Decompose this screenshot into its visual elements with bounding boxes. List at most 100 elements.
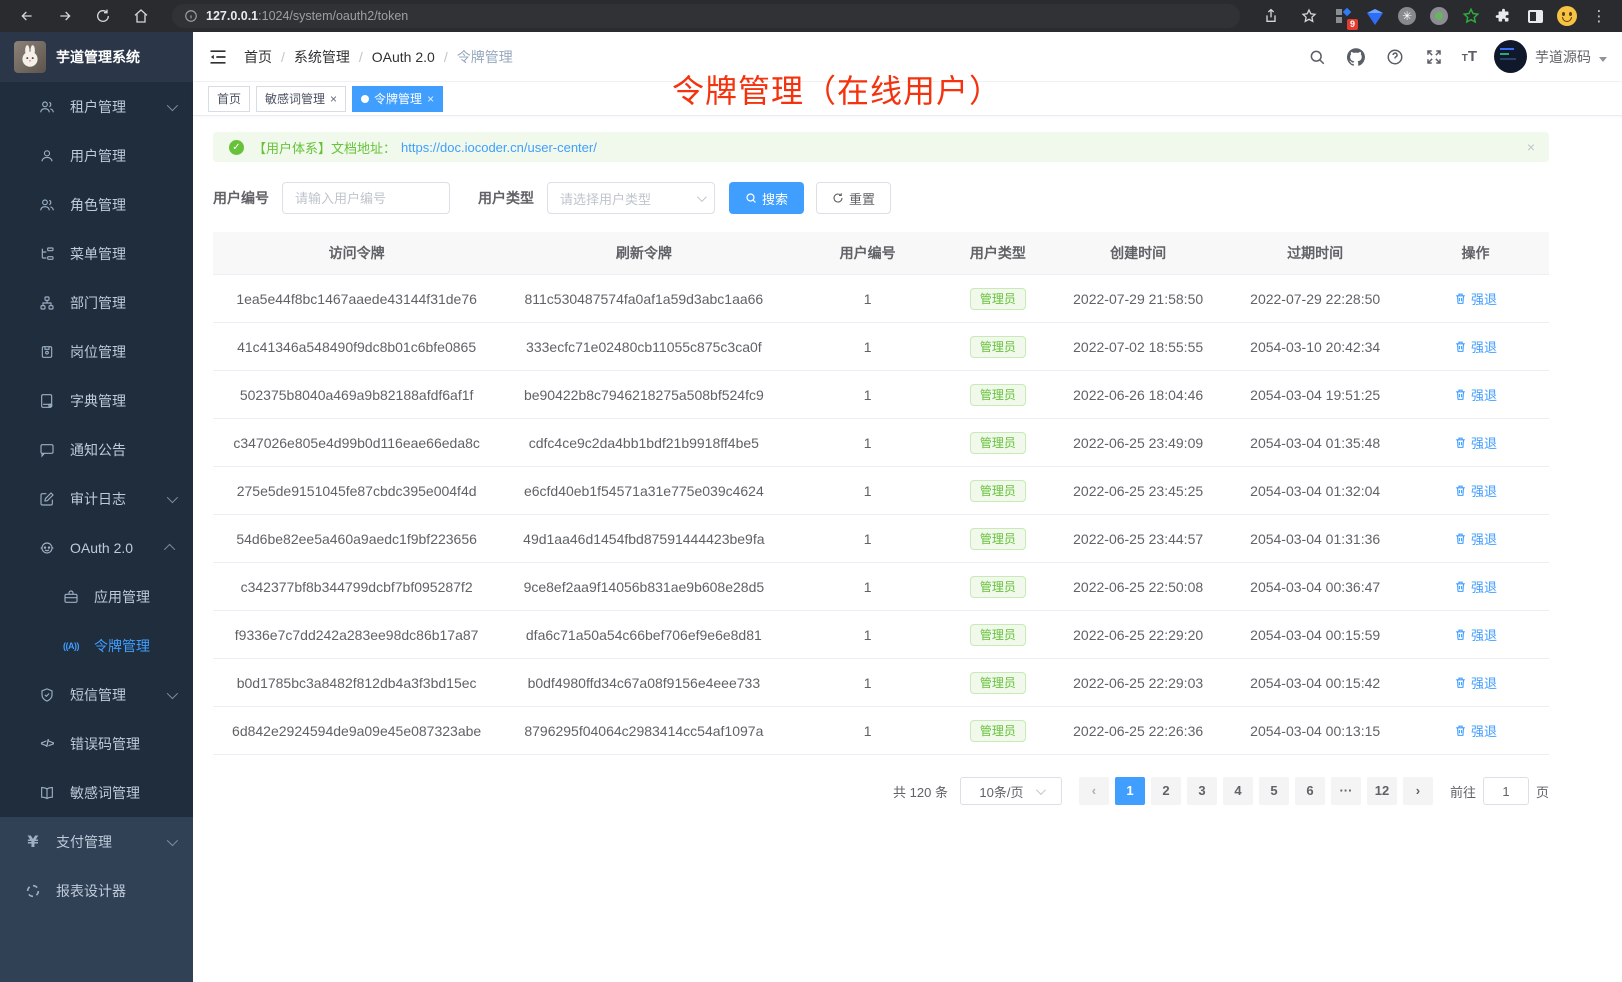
page-size-select[interactable]: 10条/页 [960, 777, 1062, 805]
goto-page-input[interactable] [1483, 777, 1529, 805]
browser-home-icon[interactable] [126, 4, 156, 28]
browser-forward-icon[interactable] [50, 4, 80, 28]
page-button-4[interactable]: 4 [1223, 777, 1253, 805]
user-type-badge: 管理员 [970, 720, 1026, 742]
alert-close-icon[interactable]: × [1527, 140, 1535, 154]
breadcrumb-system[interactable]: 系统管理 [294, 47, 350, 67]
force-logout-button[interactable]: 强退 [1454, 433, 1497, 452]
refresh-token-cell: dfa6c71a50a54c66bef706ef9e6e8d81 [500, 611, 787, 659]
user-type-badge: 管理员 [970, 480, 1026, 502]
sidebar-fold-icon[interactable] [208, 47, 228, 67]
page-button-12[interactable]: 12 [1367, 777, 1397, 805]
browser-menu-icon[interactable]: ⋮ [1588, 5, 1610, 27]
user-type-cell: 管理员 [948, 419, 1048, 467]
prev-page-button[interactable]: ‹ [1079, 777, 1109, 805]
force-logout-label: 强退 [1471, 481, 1497, 500]
profile-emoji-icon[interactable] [1556, 5, 1578, 27]
sidebar: 芋道管理系统 租户管理 用户管理 角色管理 [0, 32, 193, 982]
breadcrumb-separator: / [359, 49, 363, 65]
page-button-6[interactable]: 6 [1295, 777, 1325, 805]
sidebar-item-oauth-token[interactable]: ((A)) 令牌管理 [0, 621, 193, 670]
extension-squares-icon[interactable]: 9 [1332, 5, 1354, 27]
force-logout-button[interactable]: 强退 [1454, 529, 1497, 548]
page-button-3[interactable]: 3 [1187, 777, 1217, 805]
next-page-button[interactable]: › [1403, 777, 1433, 805]
breadcrumb-home[interactable]: 首页 [244, 47, 272, 67]
force-logout-button[interactable]: 强退 [1454, 481, 1497, 500]
page-ellipsis-button[interactable]: ··· [1331, 777, 1361, 805]
tab-sensitive-word[interactable]: 敏感词管理 × [256, 86, 346, 112]
sidebar-item-post[interactable]: 岗位管理 [0, 327, 193, 376]
user-type-cell: 管理员 [948, 659, 1048, 707]
sidebar-item-oauth[interactable]: OAuth 2.0 [0, 523, 193, 572]
goto-suffix: 页 [1536, 782, 1549, 801]
extension-knot-icon[interactable]: ✳ [1396, 5, 1418, 27]
page-button-2[interactable]: 2 [1151, 777, 1181, 805]
help-icon[interactable] [1384, 46, 1406, 68]
audit-log-icon [38, 490, 56, 508]
sidebar-item-sms[interactable]: 短信管理 [0, 670, 193, 719]
extension-star-icon[interactable] [1460, 5, 1482, 27]
force-logout-button[interactable]: 强退 [1454, 673, 1497, 692]
extensions-puzzle-icon[interactable] [1492, 5, 1514, 27]
user-type-select[interactable]: 请选择用户类型 [547, 182, 715, 214]
chevron-down-icon [1035, 785, 1045, 795]
extension-record-icon[interactable] [1428, 5, 1450, 27]
create-time-cell: 2022-06-25 22:29:03 [1048, 659, 1228, 707]
side-panel-icon[interactable] [1524, 5, 1546, 27]
force-logout-button[interactable]: 强退 [1454, 337, 1497, 356]
force-logout-button[interactable]: 强退 [1454, 625, 1497, 644]
fullscreen-icon[interactable] [1423, 46, 1445, 68]
sidebar-item-dict[interactable]: 字典管理 [0, 376, 193, 425]
sidebar-item-audit-log[interactable]: 审计日志 [0, 474, 193, 523]
tab-token[interactable]: 令牌管理 × [352, 86, 443, 112]
font-size-icon[interactable]: TT [1462, 48, 1477, 65]
github-icon[interactable] [1345, 46, 1367, 68]
reset-button[interactable]: 重置 [816, 182, 891, 214]
force-logout-button[interactable]: 强退 [1454, 577, 1497, 596]
browser-back-icon[interactable] [12, 4, 42, 28]
force-logout-button[interactable]: 强退 [1454, 721, 1497, 740]
chevron-down-icon [167, 491, 178, 502]
breadcrumb: 首页 / 系统管理 / OAuth 2.0 / 令牌管理 [244, 47, 513, 67]
close-icon[interactable]: × [427, 93, 434, 105]
sidebar-item-error-code[interactable]: </> 错误码管理 [0, 719, 193, 768]
access-token-cell: 54d6be82ee5a460a9aedc1f9bf223656 [213, 515, 500, 563]
search-icon[interactable] [1306, 46, 1328, 68]
site-info-icon[interactable] [184, 9, 198, 23]
sidebar-item-menu[interactable]: 菜单管理 [0, 229, 193, 278]
sidebar-item-user[interactable]: 用户管理 [0, 131, 193, 180]
doc-link[interactable]: https://doc.iocoder.cn/user-center/ [401, 140, 597, 155]
user-menu[interactable]: 芋道源码 [1494, 40, 1607, 73]
col-access-token: 访问令牌 [213, 232, 500, 275]
tab-home[interactable]: 首页 [208, 86, 250, 112]
extension-gem-icon[interactable] [1364, 5, 1386, 27]
refresh-token-cell: 811c530487574fa0af1a59d3abc1aa66 [500, 275, 787, 323]
sidebar-item-pay[interactable]: ¥ 支付管理 [0, 817, 193, 866]
create-time-cell: 2022-06-25 22:29:20 [1048, 611, 1228, 659]
close-icon[interactable]: × [330, 93, 337, 105]
bookmark-star-icon[interactable] [1294, 4, 1324, 28]
sidebar-item-sensitive-word[interactable]: 敏感词管理 [0, 768, 193, 817]
breadcrumb-oauth[interactable]: OAuth 2.0 [372, 49, 435, 65]
expire-time-cell: 2054-03-04 00:15:42 [1228, 659, 1402, 707]
action-cell: 强退 [1402, 515, 1549, 563]
user-icon [38, 147, 56, 165]
page-button-5[interactable]: 5 [1259, 777, 1289, 805]
force-logout-button[interactable]: 强退 [1454, 385, 1497, 404]
page-button-1[interactable]: 1 [1115, 777, 1145, 805]
search-button[interactable]: 搜索 [729, 182, 804, 214]
sidebar-item-dept[interactable]: 部门管理 [0, 278, 193, 327]
browser-reload-icon[interactable] [88, 4, 118, 28]
force-logout-button[interactable]: 强退 [1454, 289, 1497, 308]
sidebar-item-tenant[interactable]: 租户管理 [0, 82, 193, 131]
sidebar-item-oauth-app[interactable]: 应用管理 [0, 572, 193, 621]
sidebar-item-report-designer[interactable]: 报表设计器 [0, 866, 193, 915]
share-icon[interactable] [1256, 4, 1286, 28]
error-code-icon: </> [38, 735, 56, 753]
sidebar-item-notice[interactable]: 通知公告 [0, 425, 193, 474]
user-id-input[interactable] [282, 182, 450, 214]
sidebar-item-label: 岗位管理 [70, 342, 126, 362]
sidebar-item-role[interactable]: 角色管理 [0, 180, 193, 229]
address-bar[interactable]: 127.0.0.1:1024/system/oauth2/token [172, 4, 1240, 28]
